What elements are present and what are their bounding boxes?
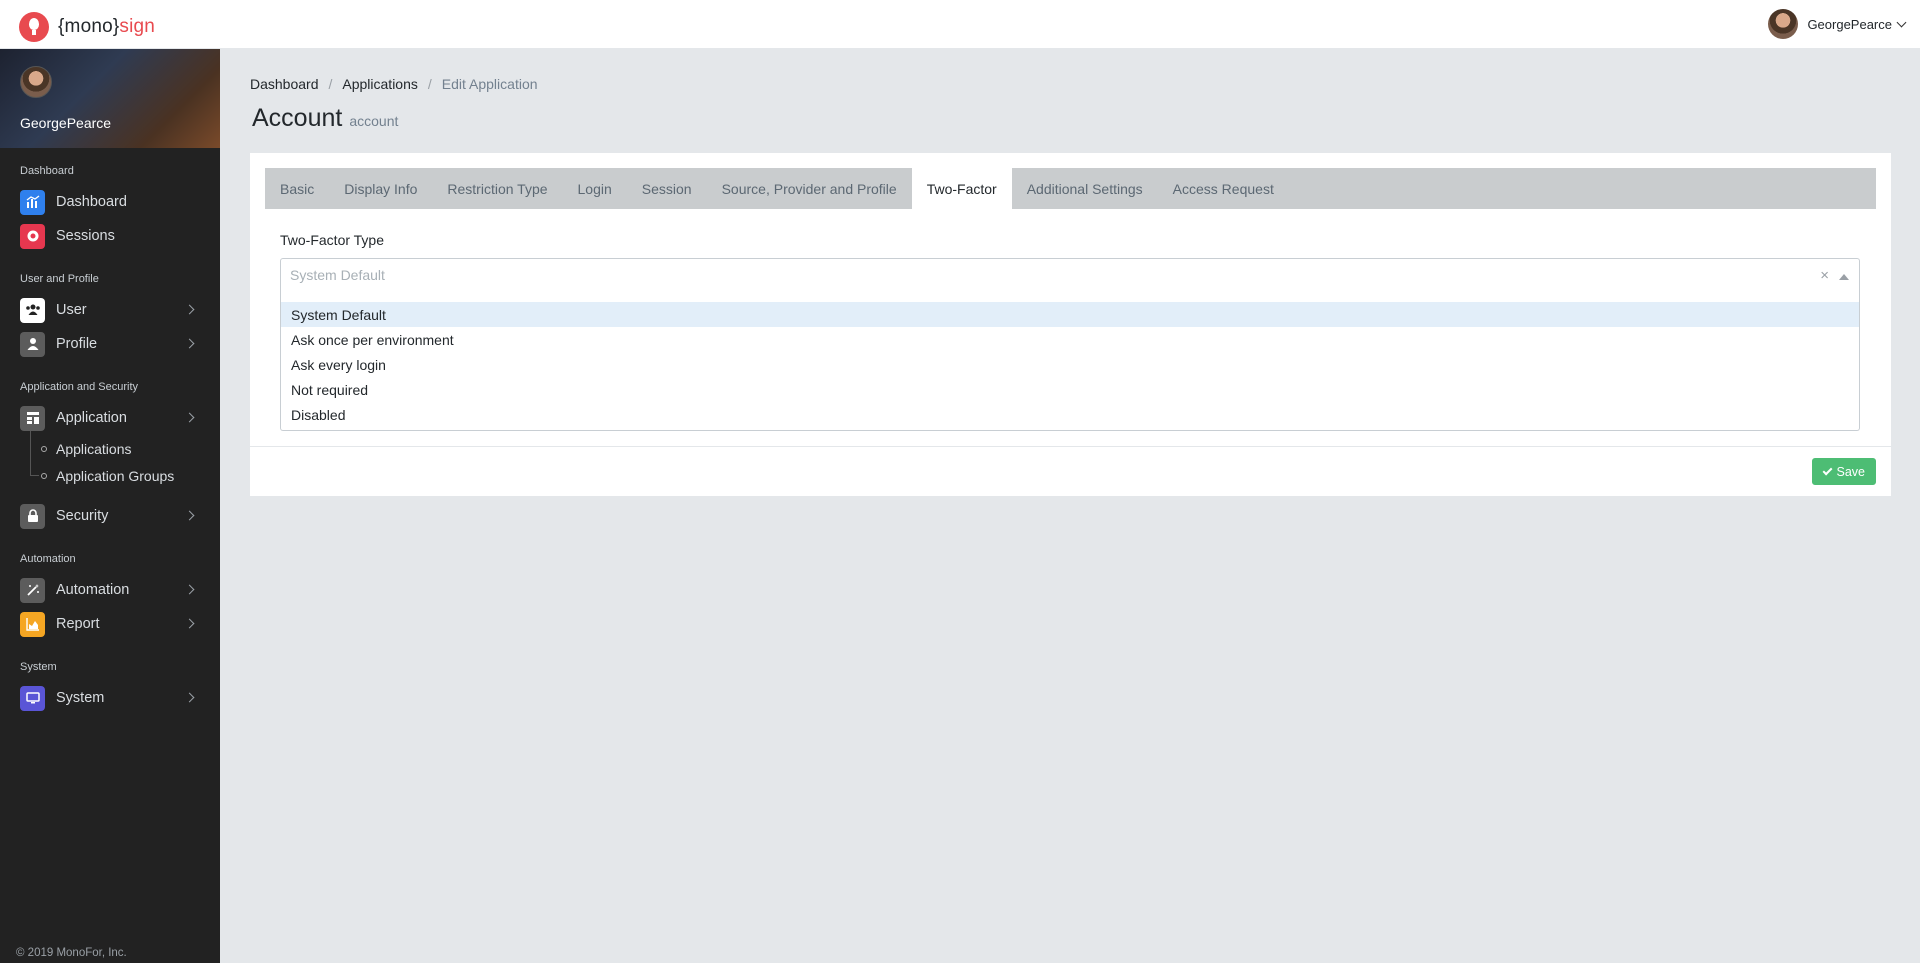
- sidebar-subitem-label: Applications: [56, 440, 132, 457]
- breadcrumb-current: Edit Application: [441, 76, 538, 92]
- sidebar-item-label: Dashboard: [56, 194, 127, 210]
- option-ask-every-login[interactable]: Ask every login: [281, 352, 1859, 377]
- sidebar-item-label: Profile: [56, 336, 98, 352]
- nav-section-automation: Automation: [20, 553, 76, 565]
- chevron-right-icon: [184, 618, 195, 629]
- sidebar-item-dashboard[interactable]: Dashboard: [0, 185, 220, 219]
- sidebar-item-label: Security: [56, 508, 109, 524]
- page-title-text: Account: [252, 104, 343, 132]
- tab-two-factor[interactable]: Two-Factor: [911, 168, 1012, 209]
- sidebar-item-label: User: [56, 302, 87, 318]
- sidebar-item-label: Application: [56, 410, 127, 426]
- tab-login[interactable]: Login: [563, 168, 627, 209]
- save-button-label: Save: [1836, 464, 1866, 479]
- edit-application-card: Basic Display Info Restriction Type Logi…: [250, 153, 1891, 496]
- nav-section-dashboard: Dashboard: [20, 165, 74, 177]
- profile-banner: GeorgePearce: [0, 49, 220, 148]
- tab-session[interactable]: Session: [627, 168, 707, 209]
- chevron-right-icon: [184, 584, 195, 595]
- sidebar-item-security[interactable]: Security: [0, 499, 220, 533]
- tab-source-provider-profile[interactable]: Source, Provider and Profile: [707, 168, 912, 209]
- profile-avatar[interactable]: [20, 66, 52, 98]
- avatar: [1768, 9, 1799, 39]
- nav-section-system: System: [20, 661, 57, 673]
- brand-suffix: sign: [119, 16, 156, 37]
- page-subtitle: account: [349, 113, 399, 129]
- tab-restriction-type[interactable]: Restriction Type: [432, 168, 562, 209]
- bullet-icon: [41, 446, 47, 452]
- breadcrumb-separator: /: [427, 76, 432, 92]
- nav-section-user-profile: User and Profile: [20, 273, 99, 285]
- tab-basic[interactable]: Basic: [265, 168, 329, 209]
- sidebar-item-profile[interactable]: Profile: [0, 327, 220, 361]
- caret-up-icon[interactable]: [1839, 274, 1849, 280]
- option-system-default[interactable]: System Default: [281, 302, 1859, 327]
- copyright: © 2019 MonoFor, Inc.: [16, 947, 127, 959]
- sidebar-item-sessions[interactable]: Sessions: [0, 219, 220, 253]
- page-title: Account account: [252, 104, 398, 133]
- card-footer-divider: [250, 446, 1891, 447]
- sidebar-item-application[interactable]: Application: [0, 401, 220, 435]
- wand-icon: [20, 577, 45, 603]
- app-icon: [20, 405, 45, 431]
- user-name: GeorgePearce: [1807, 16, 1892, 32]
- clear-icon[interactable]: ×: [1820, 267, 1829, 284]
- sidebar-item-label: Report: [56, 616, 100, 632]
- chevron-right-icon: [184, 412, 195, 423]
- chevron-right-icon: [184, 692, 195, 703]
- sidebar-item-user[interactable]: User: [0, 293, 220, 327]
- bullet-icon: [41, 473, 47, 479]
- chart-icon: [20, 189, 45, 215]
- sidebar-subitem-applications[interactable]: Applications: [30, 435, 220, 462]
- two-factor-type-input[interactable]: [290, 267, 1490, 283]
- chevron-right-icon: [184, 510, 195, 521]
- profile-name: GeorgePearce: [20, 115, 112, 131]
- area-chart-icon: [20, 611, 45, 637]
- sidebar-item-label: Sessions: [56, 228, 115, 244]
- chevron-right-icon: [184, 338, 195, 349]
- brand-logo[interactable]: {mono}sign: [19, 12, 155, 42]
- tab-access-request[interactable]: Access Request: [1158, 168, 1289, 209]
- chevron-down-icon: [1896, 17, 1907, 27]
- record-icon: [20, 223, 45, 249]
- user-menu[interactable]: GeorgePearce: [1768, 9, 1907, 39]
- tab-bar: Basic Display Info Restriction Type Logi…: [265, 168, 1876, 209]
- sidebar-subitem-label: Application Groups: [56, 467, 175, 484]
- sidebar-item-label: Automation: [56, 582, 130, 598]
- sidebar: GeorgePearce Dashboard Dashboard Session…: [0, 49, 220, 963]
- lock-icon: [20, 503, 45, 529]
- chevron-right-icon: [184, 304, 195, 315]
- breadcrumb-dashboard[interactable]: Dashboard: [250, 76, 319, 92]
- brand-prefix: {mono}: [58, 16, 120, 37]
- breadcrumb: Dashboard / Applications / Edit Applicat…: [250, 76, 538, 92]
- option-ask-once-per-environment[interactable]: Ask once per environment: [281, 327, 1859, 352]
- sidebar-subitem-application-groups[interactable]: Application Groups: [30, 462, 220, 489]
- sidebar-item-system[interactable]: System: [0, 681, 220, 715]
- tab-display-info[interactable]: Display Info: [329, 168, 432, 209]
- two-factor-type-options: System Default Ask once per environment …: [280, 295, 1860, 431]
- application-submenu: Applications Application Groups: [30, 431, 220, 489]
- lightbulb-icon: [19, 12, 49, 42]
- two-factor-type-label: Two-Factor Type: [280, 232, 385, 248]
- breadcrumb-applications[interactable]: Applications: [342, 76, 418, 92]
- brand-name: {mono}sign: [58, 16, 155, 38]
- save-button[interactable]: Save: [1811, 458, 1876, 485]
- nav-section-app-security: Application and Security: [20, 381, 139, 393]
- tab-additional-settings[interactable]: Additional Settings: [1012, 168, 1158, 209]
- monitor-icon: [20, 685, 45, 711]
- sidebar-item-automation[interactable]: Automation: [0, 573, 220, 607]
- sidebar-item-report[interactable]: Report: [0, 607, 220, 641]
- option-not-required[interactable]: Not required: [281, 377, 1859, 402]
- option-disabled[interactable]: Disabled: [281, 402, 1859, 427]
- top-header: {mono}sign GeorgePearce: [0, 0, 1920, 49]
- two-factor-type-select[interactable]: ×: [280, 258, 1860, 295]
- breadcrumb-separator: /: [328, 76, 333, 92]
- check-icon: [1822, 465, 1832, 475]
- users-icon: [20, 297, 45, 323]
- person-icon: [20, 331, 45, 357]
- sidebar-item-label: System: [56, 690, 105, 706]
